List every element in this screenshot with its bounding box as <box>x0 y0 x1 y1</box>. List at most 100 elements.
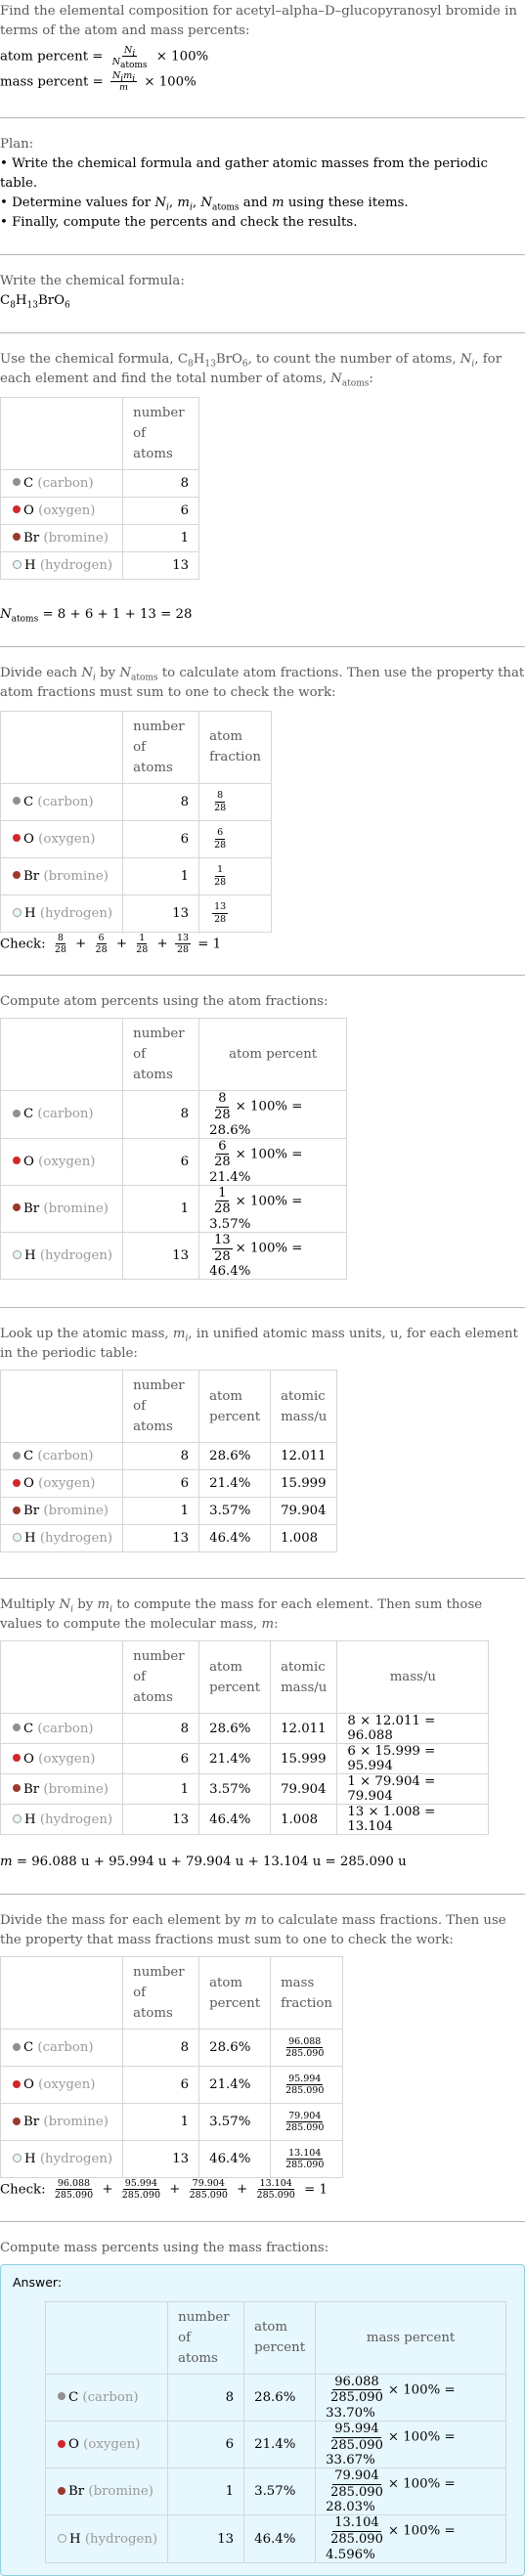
mass-percent: 79.904 285.090 × 100% = 28.03% <box>315 2467 507 2516</box>
mass-percent-step-text: Compute mass percents using the mass fra… <box>0 2240 329 2255</box>
mass-fraction-table: number of atoms atom percent mass fraction… <box>0 1956 343 2179</box>
numerator: 8 <box>215 790 226 803</box>
denominator: 28 <box>214 1248 231 1264</box>
element-dot-icon <box>58 2486 66 2495</box>
atom-percent-table: number of atoms atom percent C (carbon) 8 8… <box>0 1018 348 1281</box>
formula-step-title: Write the chemical formula: <box>0 273 185 288</box>
fraction: 13 28 <box>212 1233 233 1264</box>
chemical-formula: C8H13BrO6 <box>0 292 70 311</box>
atom-fraction: 13 28 <box>198 894 272 933</box>
numerator: 8 <box>55 932 66 944</box>
element-dot-icon <box>13 2042 21 2051</box>
atom-percent: 13 28 × 100% = 46.4% <box>198 1231 348 1281</box>
table-row: Br (bromine) 1 3.57% 79.904 <box>0 1497 338 1526</box>
element-name: (bromine) <box>43 1201 109 1216</box>
numerator: 79.904 <box>332 2468 381 2485</box>
denominator: 285.090 <box>285 2048 325 2060</box>
atom-count: 6 <box>122 1469 200 1499</box>
fraction: 6 28 <box>212 1139 233 1170</box>
atom-count: 1 <box>167 2467 245 2516</box>
element-cell: O (oxygen) <box>0 1137 124 1186</box>
element-cell: H (hydrogen) <box>0 894 124 933</box>
numerator: 96.088 <box>55 2178 93 2191</box>
atom-count: 13 <box>167 2514 245 2563</box>
plus-sign: + <box>111 936 132 951</box>
denominator: 28 <box>214 913 227 925</box>
table-row: H (hydrogen) 13 13 28 <box>0 894 272 933</box>
element-dot-icon <box>13 1478 21 1487</box>
atom-percent-step-text: Compute atom percents using the atom fra… <box>0 994 328 1010</box>
table-row: C (carbon) 8 8 28 × 100% = 28.6% <box>0 1090 348 1139</box>
element-symbol: O <box>68 2437 79 2453</box>
numerator: 96.088 <box>286 2035 324 2049</box>
element-symbol: Br <box>23 1201 40 1216</box>
element-name: (carbon) <box>37 1449 94 1464</box>
element-cell: O (oxygen) <box>0 1469 124 1499</box>
denominator: 28 <box>176 943 190 955</box>
plus-sign: + <box>70 936 91 951</box>
mass-percent-table: number of atoms atom percent mass percent … <box>44 2300 507 2563</box>
element-name: (hydrogen) <box>39 905 113 921</box>
element-symbol: H <box>24 1812 36 1827</box>
element-symbol: C <box>23 794 34 809</box>
atom-percent: 28.6% <box>198 1713 272 1745</box>
denominator: 285.090 <box>285 2160 325 2171</box>
atom-count: 8 <box>122 782 200 821</box>
element-dot-icon <box>13 871 21 880</box>
element-name: (carbon) <box>82 2389 139 2405</box>
atom-fraction: 6 28 <box>198 819 272 858</box>
element-dot-icon <box>13 478 21 487</box>
element-name: (carbon) <box>37 1721 94 1736</box>
element-dot-icon <box>13 797 21 806</box>
element-name: (hydrogen) <box>39 2152 113 2167</box>
denominator: 285.090 <box>285 2085 325 2097</box>
denominator: 28 <box>214 802 227 813</box>
atom-count: 6 <box>122 2066 200 2105</box>
element-dot-icon <box>13 1724 21 1732</box>
numerator: 95.994 <box>332 2422 381 2438</box>
atom-count: 8 <box>122 1442 200 1471</box>
fraction-step-text: Divide each Ni by Natoms to calculate at… <box>0 665 525 700</box>
element-cell: O (oxygen) <box>44 2421 169 2469</box>
atom-count: 13 <box>122 1804 200 1836</box>
mass-percent: 95.994 285.090 × 100% = 33.67% <box>315 2421 507 2469</box>
element-name: (bromine) <box>43 1504 109 1519</box>
element-name: (carbon) <box>37 475 94 491</box>
table-row: C (carbon) 8 28.6% 96.088 285.090 × 100% = 33… <box>44 2373 507 2423</box>
fraction: 95.994 285.090 <box>328 2422 385 2453</box>
numerator: 13 <box>174 932 192 944</box>
table-row: O (oxygen) 6 21.4% 15.999 <box>0 1469 338 1499</box>
atomic-mass: 1.008 <box>270 1804 338 1836</box>
element-symbol: H <box>69 2531 81 2547</box>
atom-percent: 46.4% <box>198 1524 272 1553</box>
table-row: O (oxygen) 6 6 28 <box>0 819 272 858</box>
element-cell: Br (bromine) <box>0 856 124 895</box>
atom-percent: 21.4% <box>243 2421 317 2469</box>
atom-percent: 46.4% <box>198 2140 272 2179</box>
atom-count: 1 <box>122 1773 200 1806</box>
element-symbol: C <box>23 475 34 491</box>
fraction: 8 28 <box>212 1091 233 1122</box>
element-name: (oxygen) <box>38 1476 96 1492</box>
atomic-mass: 79.904 <box>270 1497 338 1526</box>
denominator: 285.090 <box>121 2190 161 2202</box>
element-name: (bromine) <box>43 868 109 884</box>
fraction: 13.104 285.090 <box>255 2178 297 2202</box>
denominator: 285.090 <box>285 2122 325 2134</box>
element-name: (carbon) <box>37 1107 94 1122</box>
atom-count: 13 <box>122 550 200 580</box>
element-cell: C (carbon) <box>44 2373 169 2423</box>
numerator: 13.104 <box>332 2515 381 2533</box>
atom-count: 6 <box>122 496 200 525</box>
atom-count: 6 <box>167 2421 245 2469</box>
atom-percent: 8 28 × 100% = 28.6% <box>198 1090 348 1139</box>
element-symbol: H <box>24 2152 36 2167</box>
element-symbol: Br <box>23 1504 40 1519</box>
atom-count: 13 <box>122 1524 200 1553</box>
denominator: 28 <box>214 1201 231 1217</box>
fraction: 13.104 285.090 <box>284 2148 326 2171</box>
atom-percent-section: Compute atom percents using the atom fra… <box>0 976 525 1307</box>
element-mass: 8 × 12.011 = 96.088 <box>336 1713 490 1745</box>
plus-sign: + <box>232 2182 252 2198</box>
element-symbol: C <box>23 1721 34 1736</box>
